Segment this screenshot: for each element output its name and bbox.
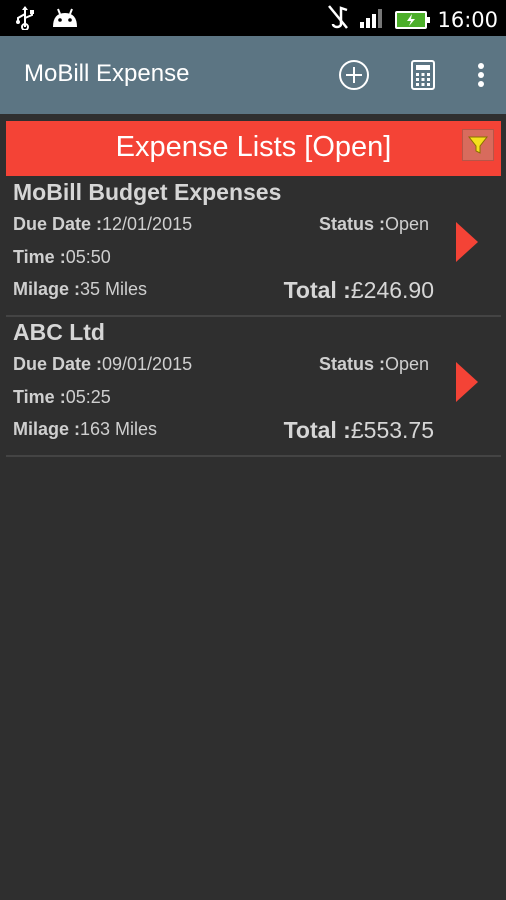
status-bar: 16:00	[0, 0, 506, 36]
due-date-value: 09/01/2015	[102, 354, 193, 374]
time-label: Time :	[13, 247, 66, 267]
action-bar: MoBill Expense	[0, 36, 506, 114]
status-value: Open	[385, 354, 430, 374]
total-row: Total :£553.75	[284, 417, 434, 444]
milage-label: Milage :	[13, 279, 81, 299]
overflow-menu-icon[interactable]	[464, 58, 498, 92]
usb-icon	[14, 6, 36, 35]
expense-item[interactable]: MoBill Budget Expenses Due Date :12/01/2…	[6, 177, 501, 317]
page-title: Expense Lists [Open]	[115, 131, 392, 163]
total-row: Total :£246.90	[284, 277, 434, 304]
expense-name: ABC Ltd	[13, 319, 105, 345]
expense-list-header: Expense Lists [Open]	[6, 121, 501, 176]
due-date-row: Due Date :12/01/2015	[13, 214, 192, 235]
due-date-row: Due Date :09/01/2015	[13, 354, 192, 375]
mute-icon	[327, 4, 349, 35]
due-date-label: Due Date :	[13, 354, 103, 374]
time-value: 05:25	[65, 387, 111, 407]
add-circle-icon[interactable]	[337, 58, 371, 92]
due-date-value: 12/01/2015	[102, 214, 193, 234]
status-row: Status :Open	[319, 354, 429, 375]
filter-icon[interactable]	[462, 129, 494, 161]
time-value: 05:50	[65, 247, 111, 267]
total-label: Total :	[283, 417, 351, 443]
calculator-icon[interactable]	[406, 58, 440, 92]
app-title: MoBill Expense	[24, 60, 190, 87]
divider	[6, 455, 501, 457]
milage-row: Milage :35 Miles	[13, 279, 147, 300]
signal-icon	[359, 6, 385, 33]
due-date-label: Due Date :	[13, 214, 103, 234]
milage-row: Milage :163 Miles	[13, 419, 157, 440]
total-value: £553.75	[350, 417, 434, 443]
status-row: Status :Open	[319, 214, 429, 235]
expense-item[interactable]: ABC Ltd Due Date :09/01/2015 Status :Ope…	[6, 317, 501, 457]
status-label: Status :	[319, 214, 386, 234]
milage-label: Milage :	[13, 419, 81, 439]
total-label: Total :	[283, 277, 351, 303]
milage-value: 163 Miles	[80, 419, 158, 439]
milage-value: 35 Miles	[80, 279, 148, 299]
time-row: Time :05:25	[13, 387, 111, 408]
open-arrow-icon[interactable]	[456, 222, 478, 262]
status-value: Open	[385, 214, 430, 234]
total-value: £246.90	[350, 277, 434, 303]
expense-name: MoBill Budget Expenses	[13, 179, 282, 205]
status-time: 16:00	[437, 7, 498, 32]
time-row: Time :05:50	[13, 247, 111, 268]
android-icon	[50, 7, 80, 34]
status-label: Status :	[319, 354, 386, 374]
open-arrow-icon[interactable]	[456, 362, 478, 402]
time-label: Time :	[13, 387, 66, 407]
battery-icon	[395, 10, 431, 29]
